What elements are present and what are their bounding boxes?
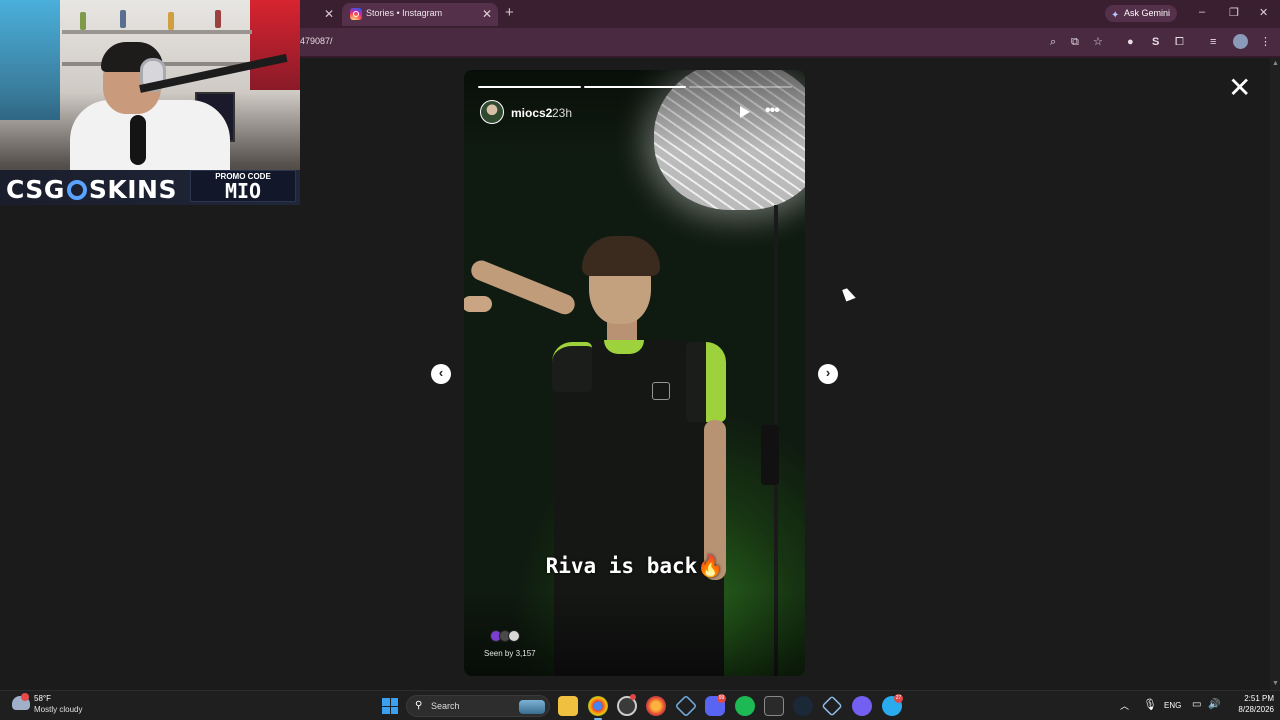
fire-emoji: 🔥 [697, 554, 724, 578]
display-icon[interactable]: ▭ [1192, 699, 1201, 710]
caption-text: Riva is back [545, 554, 698, 578]
search-label: Search [431, 701, 460, 711]
extension-s-icon[interactable]: S [1152, 35, 1159, 49]
box-app-icon[interactable] [821, 695, 843, 717]
ask-gemini-button[interactable]: ✦ Ask Gemini [1105, 5, 1177, 22]
spotify-icon[interactable] [735, 696, 755, 716]
minimize-button[interactable]: – [1199, 6, 1205, 18]
discord-badge: 99 [717, 694, 726, 703]
tab-title: Stories • Instagram [366, 8, 443, 18]
story-time: 23h [552, 106, 573, 120]
sponsor-logo: CSG SKINS [6, 175, 177, 204]
search-highlight-image [519, 700, 545, 714]
viber-icon[interactable] [852, 696, 872, 716]
taskbar: 58°F Mostly cloudy ⚲ Search 99 27 ︿ 🎙 EN… [0, 690, 1280, 720]
next-story-button[interactable]: › [818, 364, 838, 384]
viewer-avatar [508, 630, 520, 642]
weather-alert-badge [21, 693, 29, 701]
sponsor-brand-suffix: SKINS [88, 175, 177, 204]
chrome-icon[interactable] [588, 696, 608, 716]
steam-icon[interactable] [793, 696, 813, 716]
firefox-icon[interactable] [646, 696, 666, 716]
sponsor-logo-icon [66, 180, 87, 200]
extension-icon[interactable]: ● [1127, 35, 1134, 49]
red-light [250, 0, 300, 90]
player-sleeve [552, 342, 592, 392]
blue-light [0, 0, 60, 120]
story-progress [478, 86, 793, 88]
progress-segment [689, 86, 793, 88]
taskbar-search[interactable]: ⚲ Search [406, 695, 550, 717]
shelf-item [80, 12, 86, 30]
notification-dot [630, 694, 636, 700]
progress-segment [478, 86, 581, 88]
previous-story-button[interactable]: ‹ [431, 364, 451, 384]
jersey-crest [652, 382, 670, 400]
tab-stories-instagram[interactable]: Stories • Instagram ✕ [342, 3, 498, 26]
gemini-label: Ask Gemini [1124, 8, 1171, 18]
cube-app-icon[interactable] [674, 694, 698, 718]
telegram-badge: 27 [894, 694, 903, 703]
promo-code-box: PROMO CODE MIO [190, 170, 296, 203]
microphone-icon[interactable]: 🎙 [1143, 698, 1157, 711]
viewer-avatars[interactable] [490, 630, 530, 642]
zoom-icon[interactable]: ⌕ [1050, 35, 1056, 49]
scroll-up-icon[interactable]: ▲ [1272, 60, 1279, 67]
close-icon[interactable]: ✕ [482, 7, 492, 21]
shelf-item [215, 10, 221, 28]
close-story-button[interactable]: ✕ [1228, 74, 1251, 102]
address-bar[interactable]: 479087/ [300, 36, 333, 46]
file-explorer-icon[interactable] [558, 696, 578, 716]
promo-code: MIO [224, 179, 262, 203]
seen-by-count[interactable]: Seen by 3,157 [484, 649, 536, 658]
webcam-overlay: CSG SKINS PROMO CODE MIO [0, 0, 300, 205]
chevron-up-icon[interactable]: ︿ [1120, 699, 1129, 712]
language-indicator[interactable]: ENG [1164, 701, 1181, 710]
story-username[interactable]: miocs2 [511, 106, 552, 120]
progress-segment [583, 86, 687, 88]
story-media[interactable]: miocs2 23h ••• Riva is back🔥 Seen by 3,1… [464, 70, 805, 676]
shelf-item [168, 12, 174, 30]
shelf-item [120, 10, 126, 28]
puzzle-icon[interactable]: ⧠ [1175, 35, 1184, 49]
player-hair [582, 236, 660, 276]
bookmark-star-icon[interactable]: ☆ [1093, 35, 1103, 49]
story-caption: Riva is back🔥 [464, 554, 805, 579]
play-icon[interactable] [740, 106, 750, 118]
scroll-down-icon[interactable]: ▼ [1272, 680, 1279, 687]
volume-icon[interactable]: 🔊 [1208, 699, 1220, 710]
user-avatar[interactable] [480, 100, 504, 124]
profile-avatar[interactable] [1233, 34, 1248, 49]
clock-date[interactable]: 8/28/2026 [1226, 705, 1274, 714]
scrollbar[interactable] [1270, 58, 1280, 690]
clock-time[interactable]: 2:51 PM [1230, 694, 1274, 703]
maximize-button[interactable]: ❐ [1229, 6, 1239, 19]
streamer-body [70, 100, 230, 180]
sparkle-icon: ✦ [1111, 10, 1120, 21]
media-control-icon[interactable]: ≡ [1210, 35, 1216, 49]
terminal-icon[interactable] [764, 696, 784, 716]
start-button[interactable] [382, 698, 398, 714]
stand-clamp [761, 425, 779, 485]
weather-temperature[interactable]: 58°F [34, 694, 51, 703]
shelf [62, 30, 252, 34]
more-options-icon[interactable]: ••• [765, 102, 780, 120]
player-sleeve [686, 342, 726, 422]
instagram-icon [350, 8, 362, 20]
player-hand [464, 296, 492, 312]
microphone [130, 115, 146, 165]
cast-icon[interactable]: ⧉ [1071, 35, 1079, 49]
weather-condition[interactable]: Mostly cloudy [34, 705, 82, 714]
new-tab-button[interactable]: + [505, 4, 514, 22]
close-icon[interactable]: ✕ [322, 7, 336, 21]
menu-icon[interactable]: ⋮ [1260, 35, 1271, 49]
search-icon: ⚲ [415, 700, 423, 711]
window-close-button[interactable]: ✕ [1259, 6, 1268, 19]
sponsor-brand: CSG [6, 175, 65, 204]
